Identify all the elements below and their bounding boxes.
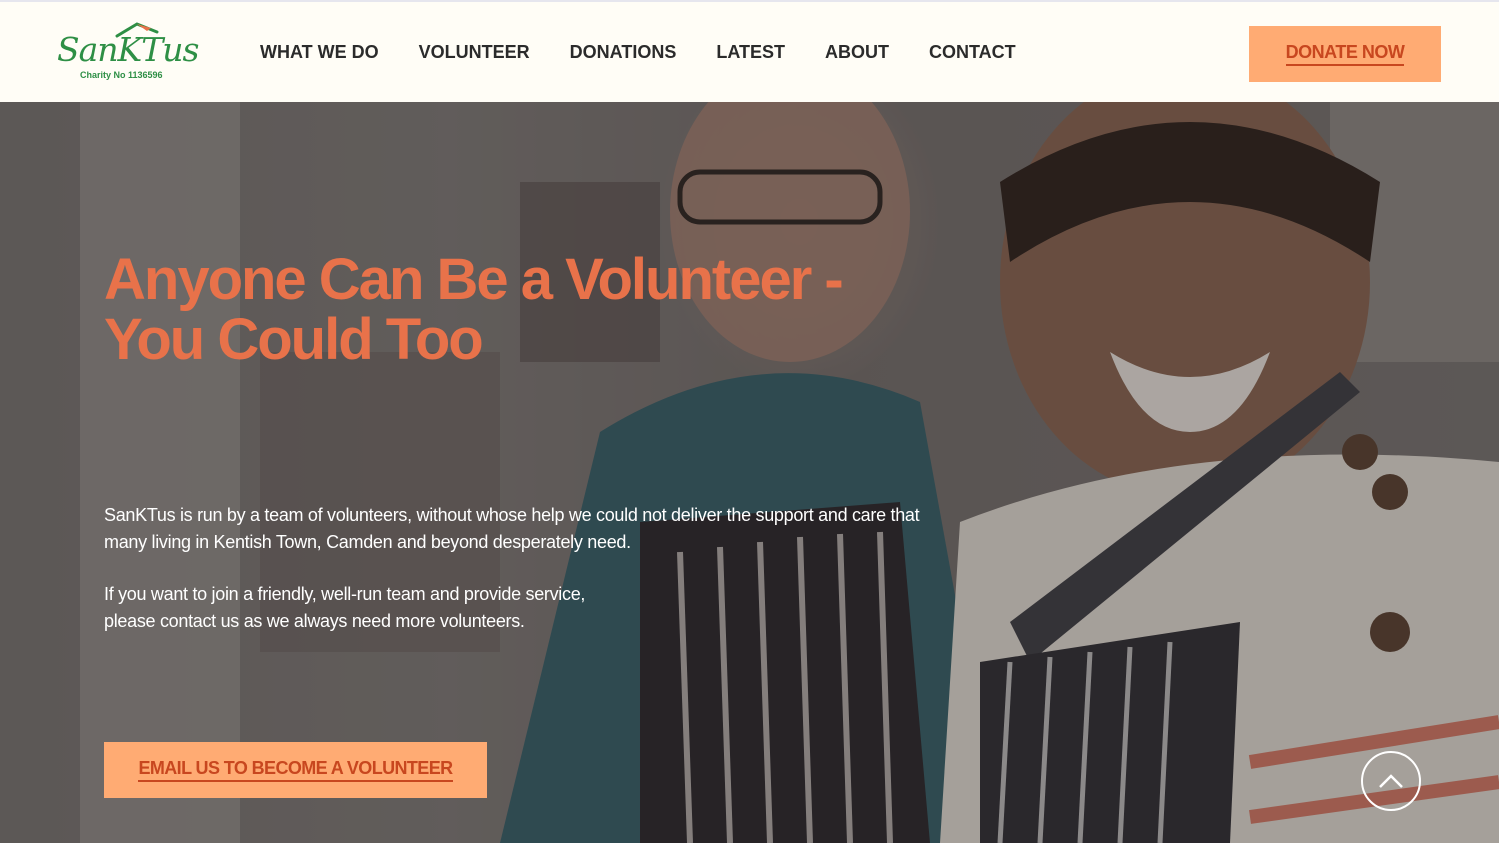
donate-now-label: DONATE NOW — [1285, 42, 1405, 66]
nav-item-donations[interactable]: DONATIONS — [570, 42, 677, 63]
scroll-to-top-button[interactable] — [1361, 751, 1421, 811]
hero-paragraph-2-line-2: please contact us as we always need more… — [104, 611, 525, 631]
nav-item-latest[interactable]: LATEST — [716, 42, 785, 63]
logo-wordmark: SanKTus — [57, 30, 199, 69]
nav-item-contact[interactable]: CONTACT — [929, 42, 1016, 63]
nav-item-about[interactable]: ABOUT — [825, 42, 889, 63]
logo[interactable]: SanKTus Charity No 1136596 — [55, 22, 199, 84]
hero-overlay — [0, 102, 1499, 843]
hero-paragraph-1: SanKTus is run by a team of volunteers, … — [104, 505, 920, 552]
charity-number: Charity No 1136596 — [80, 70, 163, 80]
nav-item-what-we-do[interactable]: WHAT WE DO — [260, 42, 379, 63]
hero-paragraph-2-line-1: If you want to join a friendly, well-run… — [104, 584, 586, 604]
chevron-up-icon — [1379, 774, 1403, 788]
site-header: SanKTus Charity No 1136596 WHAT WE DO VO… — [0, 0, 1499, 102]
hero-section: Anyone Can Be a Volunteer - You Could To… — [0, 102, 1499, 843]
hero-paragraph-2: If you want to join a friendly, well-run… — [104, 581, 944, 635]
email-volunteer-button[interactable]: EMAIL US TO BECOME A VOLUNTEER — [104, 742, 487, 798]
nav-item-volunteer[interactable]: VOLUNTEER — [419, 42, 530, 63]
main-nav: WHAT WE DO VOLUNTEER DONATIONS LATEST AB… — [260, 42, 1056, 63]
donate-now-button[interactable]: DONATE NOW — [1249, 26, 1441, 82]
hero-title: Anyone Can Be a Volunteer - You Could To… — [104, 247, 844, 372]
email-volunteer-label: EMAIL US TO BECOME A VOLUNTEER — [138, 758, 453, 782]
